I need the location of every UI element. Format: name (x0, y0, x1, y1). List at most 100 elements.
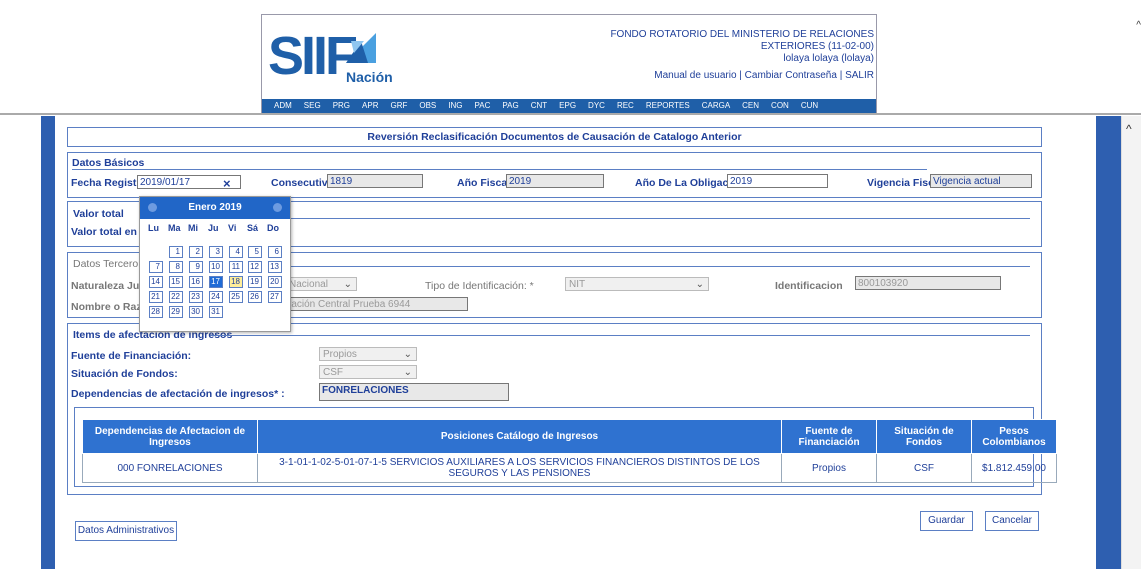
calendar-day[interactable]: 5 (248, 246, 262, 258)
app-header: SIIF Nación FONDO ROTATORIO DEL MINISTER… (261, 14, 877, 114)
calendar-day[interactable]: 14 (149, 276, 163, 288)
tipo-identificacion-select[interactable]: NIT ⌄ (565, 277, 709, 291)
consecutivo-field: 1819 (327, 174, 423, 188)
calendar-day[interactable]: 31 (209, 306, 223, 318)
col-pesos: Pesos Colombianos (971, 419, 1057, 454)
datos-basicos-legend: Datos Básicos (72, 157, 145, 169)
clear-date-icon[interactable]: × (223, 176, 231, 191)
tipo-identificacion-label: Tipo de Identificación: * (425, 280, 534, 292)
calendar-day[interactable]: 16 (189, 276, 203, 288)
situacion-select[interactable]: CSF ⌄ (319, 365, 417, 379)
weekday-label: Lu (148, 223, 159, 233)
calendar-day[interactable]: 3 (209, 246, 223, 258)
calendar-day[interactable]: 11 (229, 261, 243, 273)
cell-fuente: Propios (781, 453, 877, 483)
items-table: Dependencias de Afectacion de Ingresos P… (82, 419, 1057, 483)
cell-dependencia: 000 FONRELACIONES (82, 453, 258, 483)
calendar-day[interactable]: 28 (149, 306, 163, 318)
calendar-day[interactable]: 29 (169, 306, 183, 318)
calendar-day[interactable]: 7 (149, 261, 163, 273)
calendar-day[interactable]: 23 (189, 291, 203, 303)
calendar-day[interactable]: 21 (149, 291, 163, 303)
identificacion-label: Identificacion (775, 280, 843, 292)
anio-fiscal-field: 2019 (506, 174, 604, 188)
chevron-down-icon: ⌄ (403, 349, 412, 360)
calendar-day[interactable]: 9 (189, 261, 203, 273)
calendar-day[interactable]: 12 (248, 261, 262, 273)
header-info: FONDO ROTATORIO DEL MINISTERIO DE RELACI… (554, 29, 874, 82)
calendar-day[interactable]: 30 (189, 306, 203, 318)
menu-item-prg[interactable]: PRG (333, 99, 350, 113)
cancelar-button[interactable]: Cancelar (985, 511, 1039, 531)
scroll-up-icon[interactable]: ^ (1136, 20, 1141, 31)
menu-item-pac[interactable]: PAC (475, 99, 491, 113)
col-posiciones: Posiciones Catálogo de Ingresos (257, 419, 782, 454)
menu-item-ing[interactable]: ING (448, 99, 462, 113)
col-fuente: Fuente de Financiación (781, 419, 877, 454)
calendar-day[interactable]: 8 (169, 261, 183, 273)
menu-item-rec[interactable]: REC (617, 99, 634, 113)
fuente-select[interactable]: Propios ⌄ (319, 347, 417, 361)
dependencias-field: FONRELACIONES (319, 383, 509, 401)
next-month-icon[interactable] (273, 203, 282, 212)
menu-item-con[interactable]: CON (771, 99, 789, 113)
menu-item-seg[interactable]: SEG (304, 99, 321, 113)
calendar-day[interactable]: 26 (248, 291, 262, 303)
identificacion-field: 800103920 (855, 276, 1001, 290)
prev-month-icon[interactable] (148, 203, 157, 212)
menu-item-obs[interactable]: OBS (419, 99, 436, 113)
menu-item-cun[interactable]: CUN (801, 99, 818, 113)
calendar-day[interactable]: 20 (268, 276, 282, 288)
menu-item-cnt[interactable]: CNT (531, 99, 547, 113)
calendar-day[interactable]: 10 (209, 261, 223, 273)
calendar-day[interactable]: 1 (169, 246, 183, 258)
calendar-day[interactable]: 22 (169, 291, 183, 303)
menu-item-cen[interactable]: CEN (742, 99, 759, 113)
calendar-day[interactable]: 18 (229, 276, 243, 288)
weekday-label: Ma (168, 223, 181, 233)
org-name-line1: FONDO ROTATORIO DEL MINISTERIO DE RELACI… (610, 29, 874, 40)
menu-item-epg[interactable]: EPG (559, 99, 576, 113)
weekday-label: Sá (247, 223, 259, 233)
menu-item-dyc[interactable]: DYC (588, 99, 605, 113)
calendar-day[interactable]: 25 (229, 291, 243, 303)
menu-item-carga[interactable]: CARGA (702, 99, 730, 113)
calendar-day[interactable]: 15 (169, 276, 183, 288)
scroll-up-arrow-icon[interactable]: ^ (1126, 122, 1132, 136)
guardar-button[interactable]: Guardar (920, 511, 973, 531)
vigencia-fiscal-field: Vigencia actual (930, 174, 1032, 188)
org-name-line2: EXTERIORES (11-02-00) (760, 41, 874, 52)
calendar-day[interactable]: 13 (268, 261, 282, 273)
divider (290, 266, 1030, 267)
calendar-day[interactable]: 4 (229, 246, 243, 258)
menu-item-reportes[interactable]: REPORTES (646, 99, 690, 113)
calendar-day[interactable]: 6 (268, 246, 282, 258)
menu-item-pag[interactable]: PAG (502, 99, 518, 113)
calendar-day[interactable]: 17 (209, 276, 223, 288)
menu-item-adm[interactable]: ADM (274, 99, 292, 113)
calendar-day[interactable]: 19 (248, 276, 262, 288)
anio-obligacion-input[interactable]: 2019 (727, 174, 828, 188)
weekday-label: Do (267, 223, 279, 233)
divider (210, 335, 1030, 336)
cell-pesos: $1.812.459,00 (971, 453, 1057, 483)
calendar-day[interactable]: 24 (209, 291, 223, 303)
naturaleza-select[interactable]: Nacional ⌄ (285, 277, 357, 291)
menu-item-grf[interactable]: GRF (390, 99, 407, 113)
left-frame (41, 116, 55, 569)
table-row[interactable]: 000 FONRELACIONES 3-1-01-1-02-5-01-07-1-… (82, 453, 1057, 483)
page-title-box: Reversión Reclasificación Documentos de … (67, 127, 1042, 147)
chevron-down-icon: ⌄ (343, 279, 352, 290)
valor-total-legend: Valor total (73, 208, 124, 220)
datos-administrativos-button[interactable]: Datos Administrativos (75, 521, 177, 541)
scrollbar[interactable] (1121, 116, 1141, 569)
nombre-razon-field: ración Central Prueba 6944 (285, 297, 468, 311)
chevron-down-icon: ⌄ (695, 279, 704, 290)
weekday-label: Vi (228, 223, 237, 233)
menu-item-apr[interactable]: APR (362, 99, 378, 113)
calendar-day[interactable]: 27 (268, 291, 282, 303)
right-frame (1096, 116, 1121, 569)
calendar-day[interactable]: 2 (189, 246, 203, 258)
header-links[interactable]: Manual de usuario | Cambiar Contraseña |… (554, 70, 874, 82)
table-header-row: Dependencias de Afectacion de Ingresos P… (82, 419, 1057, 454)
